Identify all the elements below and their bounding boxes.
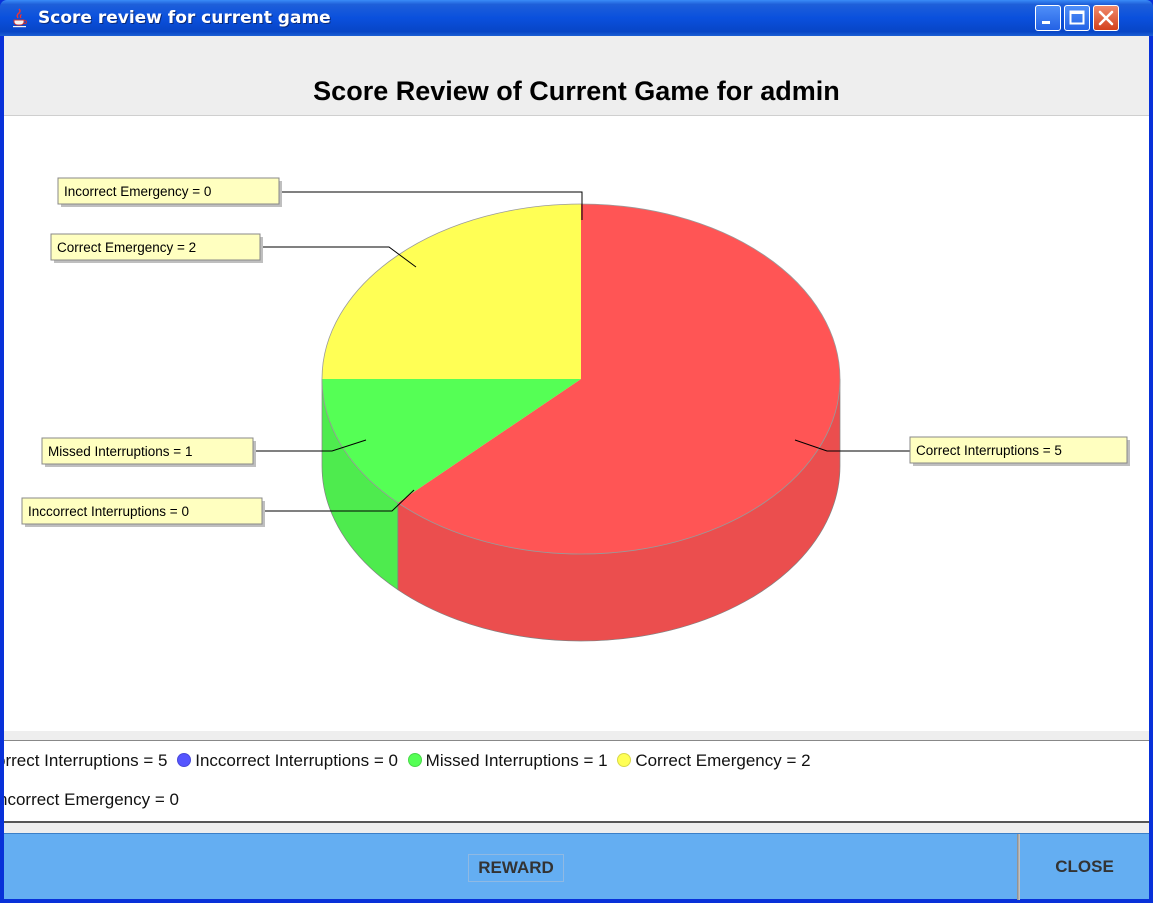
callout-label-missed-interruptions: Missed Interruptions = 1 — [48, 444, 192, 459]
header-panel: Score Review of Current Game for admin — [4, 36, 1149, 116]
legend-label: Inccorrect Interruptions = 0 — [195, 751, 398, 770]
minimize-icon — [1042, 21, 1050, 24]
close-window-button[interactable] — [1093, 5, 1119, 31]
legend-swatch — [177, 753, 192, 767]
maximize-icon — [1069, 10, 1085, 25]
legend-label: Missed Interruptions = 1 — [425, 751, 608, 770]
legend-item-inccorrect-interruptions: Inccorrect Interruptions = 0 — [175, 751, 398, 771]
legend-item-correct-emergency: Correct Emergency = 2 — [615, 751, 811, 771]
callout-label-inccorrect-interruptions: Inccorrect Interruptions = 0 — [28, 504, 189, 519]
page-title: Score Review of Current Game for admin — [313, 76, 840, 106]
close-icon — [1098, 10, 1114, 26]
legend-label: ncorrect Emergency = 0 — [4, 790, 179, 809]
window-content: Score Review of Current Game for admin C… — [4, 36, 1149, 900]
legend-bottom-strip — [4, 823, 1149, 833]
callout-label-incorrect-emergency: Incorrect Emergency = 0 — [64, 184, 211, 199]
pie-slice-correct-emergency — [322, 204, 581, 379]
callout-label-correct-emergency: Correct Emergency = 2 — [57, 240, 196, 255]
legend-item-correct-interruptions: orrect Interruptions = 5 — [4, 751, 168, 771]
legend-row: ncorrect Emergency = 0 — [4, 790, 182, 810]
window-title: Score review for current game — [38, 8, 331, 28]
callout-label-correct-interruptions: Correct Interruptions = 5 — [916, 443, 1062, 458]
chart-legend: orrect Interruptions = 5 Inccorrect Inte… — [4, 741, 1149, 823]
pie-chart-panel: Correct Interruptions = 5 Inccorrect Inte… — [4, 116, 1149, 731]
legend-row: orrect Interruptions = 5 Inccorrect Inte… — [4, 751, 814, 771]
title-bar[interactable]: Score review for current game — [0, 0, 1153, 36]
button-bar: REWARD CLOSE — [4, 833, 1149, 900]
minimize-button[interactable] — [1035, 5, 1061, 31]
java-cup-icon — [13, 8, 28, 28]
legend-item-missed-interruptions: Missed Interruptions = 1 — [406, 751, 608, 771]
score-review-window: Score review for current game Score Revi… — [0, 0, 1153, 903]
legend-swatch — [617, 753, 632, 767]
legend-item-incorrect-emergency: ncorrect Emergency = 0 — [4, 790, 179, 810]
reward-button[interactable]: REWARD — [468, 854, 564, 882]
legend-label: orrect Interruptions = 5 — [4, 751, 168, 770]
legend-swatch — [407, 753, 422, 767]
pie-chart: Correct Interruptions = 5 Inccorrect Inte… — [21, 177, 1130, 642]
close-button[interactable]: CLOSE — [1020, 834, 1149, 900]
chart-legend-separator — [4, 731, 1149, 741]
legend-label: Correct Emergency = 2 — [635, 751, 811, 770]
maximize-button[interactable] — [1064, 5, 1090, 31]
